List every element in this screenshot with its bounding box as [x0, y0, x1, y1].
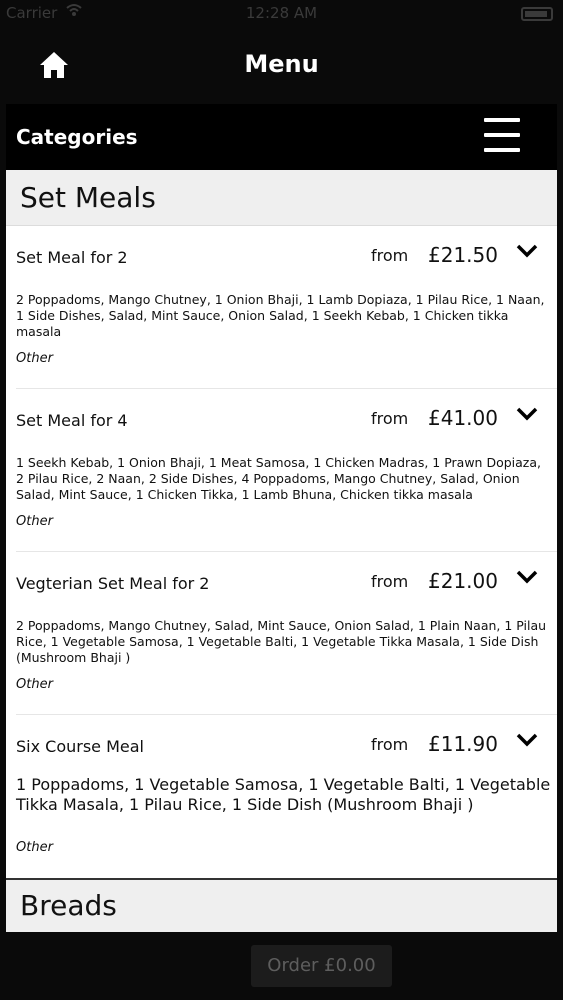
app-screen: Carrier 12:28 AM Menu Categories Set Mea…: [0, 0, 563, 1000]
item-description: 2 Poppadoms, Mango Chutney, 1 Onion Bhaj…: [16, 292, 545, 339]
chevron-down-icon[interactable]: [514, 242, 540, 262]
section-header-set-meals[interactable]: Set Meals: [6, 170, 557, 226]
page-title: Menu: [244, 50, 319, 78]
chevron-down-icon[interactable]: [514, 405, 540, 425]
item-description: 2 Poppadoms, Mango Chutney, Salad, Mint …: [16, 618, 547, 665]
chevron-down-icon[interactable]: [514, 731, 540, 751]
item-price: £21.50: [428, 243, 498, 267]
item-name: Set Meal for 2: [16, 248, 128, 267]
item-name: Vegterian Set Meal for 2: [16, 574, 210, 593]
item-category: Other: [16, 514, 53, 529]
item-price: £21.00: [428, 569, 498, 593]
nav-bar: Menu: [0, 28, 563, 102]
item-price: £41.00: [428, 406, 498, 430]
item-category: Other: [16, 840, 53, 855]
status-bar: Carrier 12:28 AM: [0, 0, 563, 28]
status-time: 12:28 AM: [245, 4, 318, 22]
item-from-label: from: [371, 409, 409, 428]
item-from-label: from: [371, 735, 409, 754]
section-header-breads[interactable]: Breads: [6, 878, 557, 932]
item-price: £11.90: [428, 732, 498, 756]
item-category: Other: [16, 351, 53, 366]
hamburger-icon: [484, 118, 520, 122]
item-from-label: from: [371, 246, 409, 265]
battery-icon: [521, 7, 553, 21]
order-button[interactable]: Order £0.00: [251, 945, 392, 987]
item-description: 1 Seekh Kebab, 1 Onion Bhaji, 1 Meat Sam…: [16, 455, 541, 502]
menu-item[interactable]: Set Meal for 2 from £21.50 2 Poppadoms, …: [16, 226, 557, 389]
chevron-down-icon[interactable]: [514, 568, 540, 588]
item-name: Set Meal for 4: [16, 411, 128, 430]
item-description: 1 Poppadoms, 1 Vegetable Samosa, 1 Veget…: [16, 775, 551, 814]
item-from-label: from: [371, 572, 409, 591]
menu-list[interactable]: Set Meals Set Meal for 2 from £21.50 2 P…: [6, 170, 557, 932]
menu-button[interactable]: [484, 118, 520, 152]
categories-bar: Categories: [6, 104, 557, 170]
item-name: Six Course Meal: [16, 737, 144, 756]
categories-label: Categories: [16, 125, 138, 149]
menu-item[interactable]: Set Meal for 4 from £41.00 1 Seekh Kebab…: [16, 389, 557, 552]
menu-item[interactable]: Vegterian Set Meal for 2 from £21.00 2 P…: [16, 552, 557, 715]
item-category: Other: [16, 677, 53, 692]
menu-item[interactable]: Six Course Meal from £11.90 1 Poppadoms,…: [16, 715, 557, 878]
